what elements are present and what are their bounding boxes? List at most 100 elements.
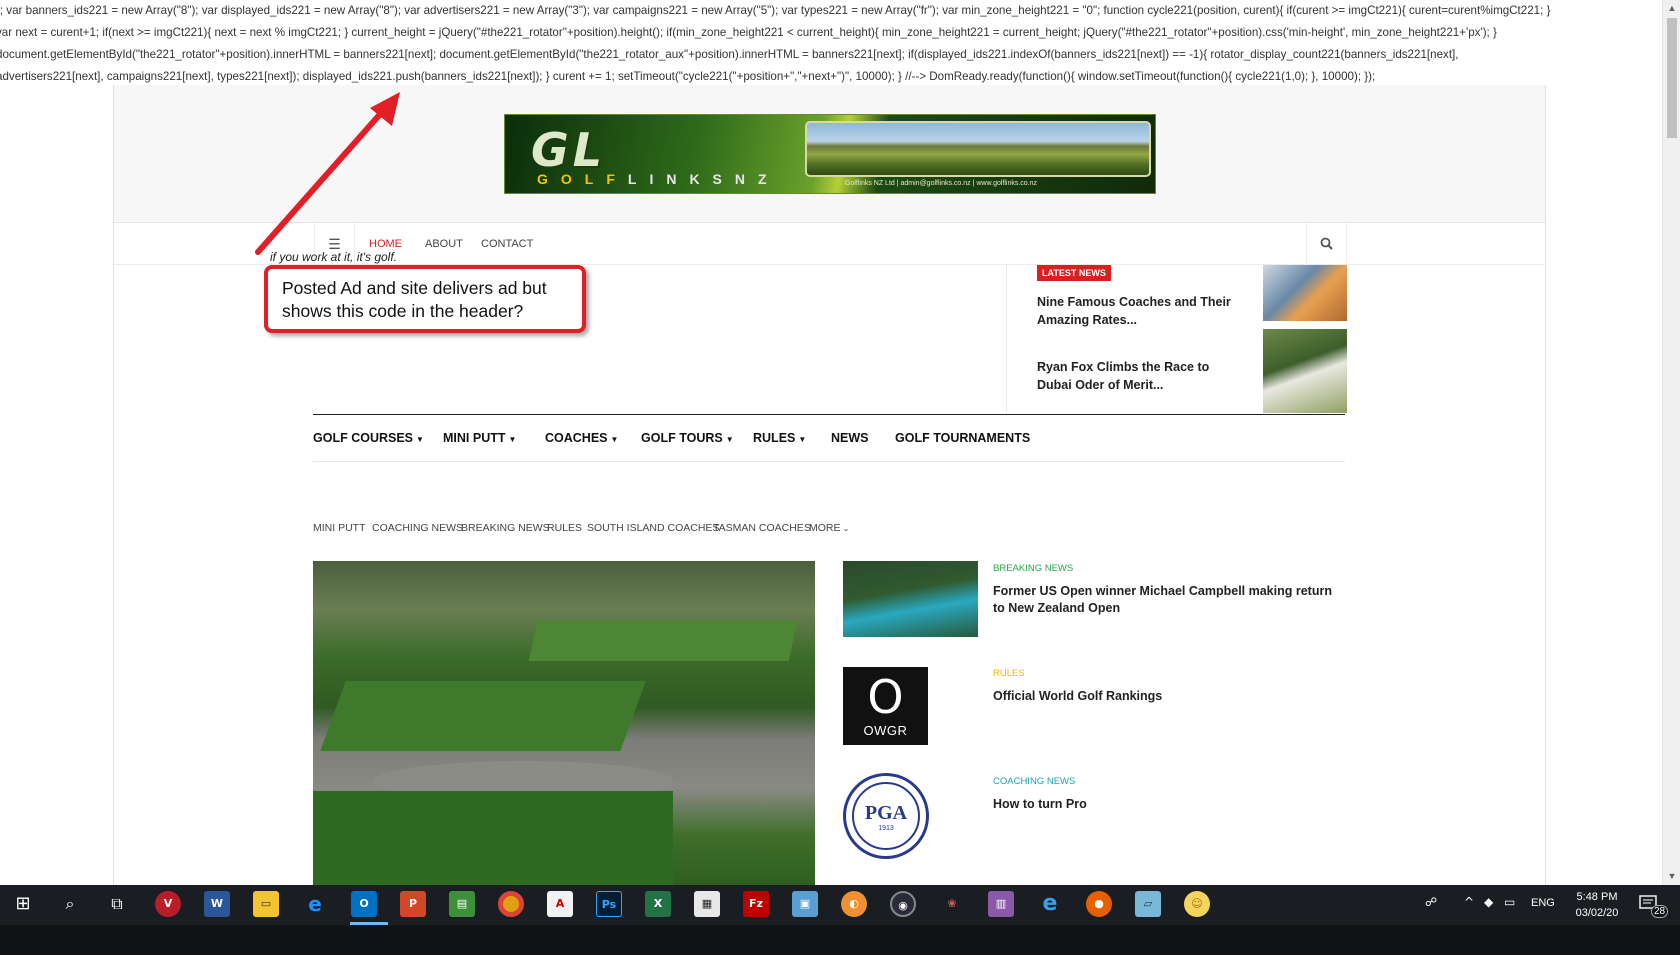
filezilla-icon[interactable]: Fz [743, 891, 769, 917]
windows-taskbar: ⊞ ⌕ ⧉ V W ▭ e O P ▤ A Ps X ▦ Fz ▣ ◐ ◉ ❀ … [0, 885, 1680, 955]
category-tab[interactable]: MINI PUTT [313, 522, 366, 534]
clock-date: 03/02/20 [1575, 907, 1619, 919]
antivirus-icon[interactable]: V [155, 891, 181, 917]
chevron-down-icon: ▼ [725, 435, 734, 444]
article-title[interactable]: Official World Golf Rankings [993, 688, 1338, 705]
screen: ); var banners_ids221 = new Array("8"); … [0, 0, 1680, 955]
remote-desktop-icon[interactable]: ▣ [792, 891, 818, 917]
latest-news-badge: LATEST NEWS [1037, 265, 1111, 281]
language-indicator[interactable]: ENG [1531, 897, 1555, 909]
search-icon[interactable]: ⌕ [57, 891, 83, 917]
leaked-code-text: ); var banners_ids221 = new Array("8"); … [0, 0, 1660, 86]
file-explorer-icon[interactable]: ▭ [253, 891, 279, 917]
latest-news-thumbnail[interactable] [1263, 329, 1347, 413]
paint-app-icon[interactable]: ❀ [939, 891, 965, 917]
calculator-icon[interactable]: ▦ [694, 891, 720, 917]
chrome-icon[interactable] [498, 891, 524, 917]
article-title[interactable]: Former US Open winner Michael Campbell m… [993, 583, 1338, 617]
latest-news-item[interactable]: Ryan Fox Climbs the Race to Dubai Oder o… [1037, 358, 1242, 394]
main-menu-item[interactable]: MINI PUTT ▼ [443, 415, 516, 461]
notes-app-icon[interactable]: ▱ [1135, 891, 1161, 917]
edge-icon[interactable]: e [302, 891, 328, 917]
nav-contact[interactable]: CONTACT [481, 223, 533, 265]
notification-center-button[interactable]: 28 [1637, 891, 1669, 919]
nav-about[interactable]: ABOUT [425, 223, 463, 265]
internet-explorer-icon[interactable]: e [1037, 891, 1063, 917]
outlook-icon[interactable]: O [351, 891, 377, 917]
main-menu-item[interactable]: RULES ▼ [753, 415, 806, 461]
main-menu-item[interactable]: COACHES ▼ [545, 415, 618, 461]
task-view-icon[interactable]: ⧉ [104, 891, 130, 917]
network-icon[interactable]: ▭ [1504, 895, 1515, 909]
chevron-up-icon[interactable]: ^ [1464, 895, 1474, 909]
article-category[interactable]: COACHING NEWS [993, 776, 1075, 787]
more-label: MORE [809, 522, 841, 534]
notification-count: 28 [1651, 905, 1669, 918]
scroll-thumb[interactable] [1667, 18, 1677, 138]
category-tab-more[interactable]: MORE ⌄ [809, 522, 849, 534]
firefox-icon[interactable]: ● [1086, 891, 1112, 917]
owgr-logo-letter: O [867, 670, 904, 724]
featured-mini-putt-image[interactable] [313, 561, 815, 885]
pga-logo-thumbnail[interactable]: PGA 1913 [843, 773, 929, 859]
main-menu-item[interactable]: GOLF TOURNAMENTS [895, 415, 1030, 461]
brand-white: LINKSNZ [627, 171, 780, 187]
owgr-logo-text: OWGR [863, 723, 908, 738]
photoshop-icon[interactable]: Ps [596, 891, 622, 917]
category-tab[interactable]: TASMAN COACHES [713, 522, 811, 534]
chevron-down-icon: ⌄ [840, 524, 850, 533]
camera-app-icon[interactable]: ◉ [890, 891, 916, 917]
golflinks-banner-ad[interactable]: GL GOLFLINKSNZ Golflinks NZ Ltd | admin@… [504, 114, 1156, 194]
main-menu-label: GOLF TOURNAMENTS [895, 431, 1031, 445]
orange-app-icon[interactable]: ◐ [841, 891, 867, 917]
category-tab[interactable]: COACHING NEWS [372, 522, 463, 534]
article-category[interactable]: BREAKING NEWS [993, 563, 1073, 574]
article-title[interactable]: How to turn Pro [993, 796, 1338, 813]
latest-news-widget: LATEST NEWS Nine Famous Coaches and Thei… [1006, 265, 1348, 413]
taskbar-strip: ⊞ ⌕ ⧉ V W ▭ e O P ▤ A Ps X ▦ Fz ▣ ◐ ◉ ❀ … [0, 885, 1680, 925]
winrar-icon[interactable]: ▥ [988, 891, 1014, 917]
green-app-icon[interactable]: ▤ [449, 891, 475, 917]
golflinks-logo: GL [531, 123, 607, 177]
powerpoint-icon[interactable]: P [400, 891, 426, 917]
category-tab[interactable]: SOUTH ISLAND COACHES [587, 522, 719, 534]
article-category[interactable]: RULES [993, 668, 1025, 679]
vertical-scrollbar[interactable]: ▲ ▼ [1662, 0, 1680, 885]
people-icon[interactable]: ☍ [1425, 895, 1437, 909]
search-button[interactable] [1306, 223, 1346, 265]
clock[interactable]: 5:48 PM 03/02/20 [1572, 889, 1622, 921]
chevron-down-icon: ▼ [416, 435, 424, 444]
main-menu-item[interactable]: GOLF TOURS ▼ [641, 415, 734, 461]
chevron-down-icon: ▼ [508, 435, 517, 444]
owgr-logo-thumbnail[interactable]: O OWGR [843, 667, 928, 745]
leaked-code-line: var next = curent+1; if(next >= imgCt221… [0, 26, 1497, 39]
banner-photo [805, 121, 1151, 177]
excel-icon[interactable]: X [645, 891, 671, 917]
main-menu-label: MINI PUTT [443, 431, 506, 445]
dropbox-icon[interactable]: ◆ [1484, 895, 1493, 909]
scroll-down-arrow-icon[interactable]: ▼ [1663, 868, 1680, 885]
article-thumbnail[interactable] [843, 561, 978, 637]
category-tab[interactable]: RULES [547, 522, 582, 534]
category-tab[interactable]: BREAKING NEWS [461, 522, 550, 534]
active-app-indicator [350, 922, 388, 925]
main-menu-label: GOLF TOURS [641, 431, 723, 445]
word-icon[interactable]: W [204, 891, 230, 917]
annotation-arrow-icon [255, 92, 400, 255]
brand-wordmark: GOLFLINKSNZ [537, 171, 780, 187]
windows-start-icon[interactable]: ⊞ [10, 891, 36, 917]
main-menu-label: COACHES [545, 431, 608, 445]
main-menu-label: RULES [753, 431, 796, 445]
main-menu-item[interactable]: GOLF COURSES ▼ [313, 415, 424, 461]
leaked-code-line: advertisers221[next], campaigns221[next]… [0, 70, 1376, 83]
latest-news-thumbnail[interactable] [1263, 265, 1347, 321]
clock-time: 5:48 PM [1576, 891, 1618, 903]
main-menu-item[interactable]: NEWS [831, 415, 869, 461]
annotation-callout: Posted Ad and site delivers ad but shows… [264, 265, 586, 333]
green-shape [313, 791, 673, 885]
main-menu: GOLF COURSES ▼ MINI PUTT ▼ COACHES ▼ GOLF T… [313, 414, 1345, 462]
acrobat-icon[interactable]: A [547, 891, 573, 917]
smiley-app-icon[interactable]: ☺ [1184, 891, 1210, 917]
scroll-up-arrow-icon[interactable]: ▲ [1663, 0, 1680, 17]
latest-news-item[interactable]: Nine Famous Coaches and Their Amazing Ra… [1037, 293, 1242, 329]
